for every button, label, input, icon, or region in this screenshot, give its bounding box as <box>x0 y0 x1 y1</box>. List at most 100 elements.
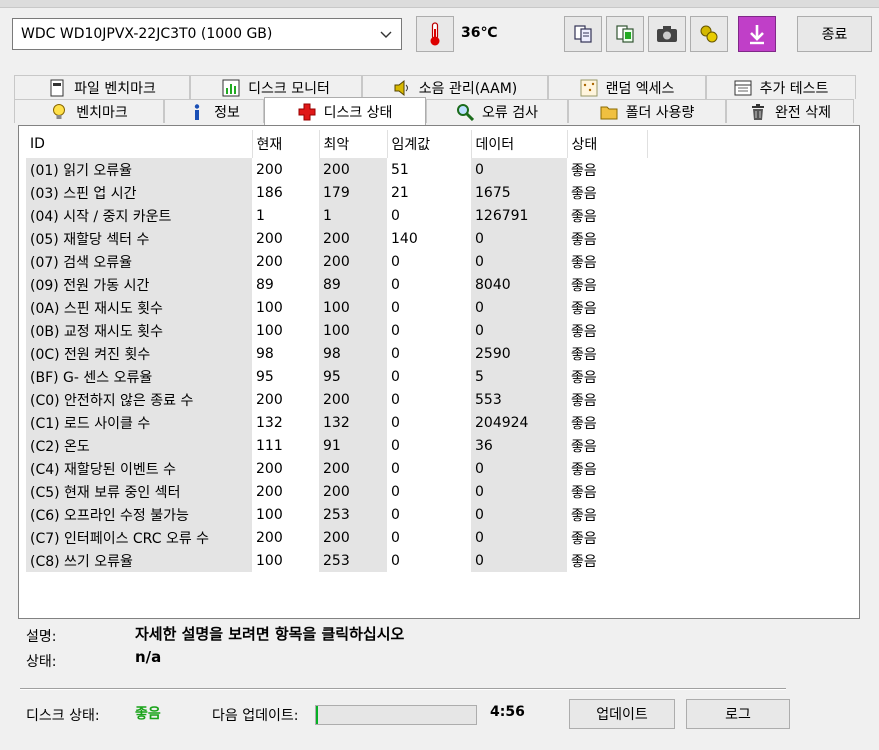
cell-status: 좋음 <box>571 300 597 317</box>
cell-id: (C1) 로드 사이클 수 <box>26 411 252 434</box>
tab-disk-monitor[interactable]: 디스크 모니터 <box>190 75 362 99</box>
title-bar-edge <box>0 0 879 8</box>
tab-random-access[interactable]: 랜덤 엑세스 <box>548 75 706 99</box>
update-button[interactable]: 업데이트 <box>569 699 675 729</box>
table-row[interactable]: (C6) 오프라인 수정 불가능 100 253 0 0 좋음 <box>26 503 647 526</box>
cell-data: 1675 <box>471 181 567 204</box>
file-benchmark-icon <box>50 79 64 96</box>
cell-current: 186 <box>256 184 283 201</box>
cell-data: 0 <box>471 227 567 250</box>
extra-test-icon <box>734 80 752 95</box>
save-button[interactable] <box>738 16 776 52</box>
info-icon <box>194 103 200 120</box>
table-row[interactable]: (C8) 쓰기 오류율 100 253 0 0 좋음 <box>26 549 647 572</box>
random-access-icon <box>580 79 598 96</box>
tab-info[interactable]: 정보 <box>164 99 264 123</box>
table-row[interactable]: (04) 시작 / 중지 카운트 1 1 0 126791 좋음 <box>26 204 647 227</box>
cell-data: 126791 <box>471 204 567 227</box>
table-row[interactable]: (C4) 재할당된 이벤트 수 200 200 0 0 좋음 <box>26 457 647 480</box>
table-row[interactable]: (09) 전원 가동 시간 89 89 0 8040 좋음 <box>26 273 647 296</box>
tab-disk-health[interactable]: 디스크 상태 <box>264 97 426 125</box>
temperature-button[interactable] <box>416 16 454 52</box>
cell-id: (05) 재할당 섹터 수 <box>26 227 252 250</box>
column-header-current[interactable]: 현재 <box>252 130 320 158</box>
table-row[interactable]: (0B) 교정 재시도 횟수 100 100 0 0 좋음 <box>26 319 647 342</box>
screenshot-button[interactable] <box>648 16 686 52</box>
cell-data: 8040 <box>471 273 567 296</box>
cell-worst: 253 <box>319 549 387 572</box>
cell-id: (C7) 인터페이스 CRC 오류 수 <box>26 526 252 549</box>
column-header-status[interactable]: 상태 <box>567 130 648 158</box>
options-button[interactable] <box>690 16 728 52</box>
tab-row-bottom: 벤치마크 정보 디스크 상태 오류 검사 폴더 사용량 완전 삭제 <box>14 97 854 125</box>
table-row[interactable]: (03) 스핀 업 시간 186 179 21 1675 좋음 <box>26 181 647 204</box>
cell-current: 200 <box>256 253 283 270</box>
column-header-data[interactable]: 데이터 <box>471 130 568 158</box>
cell-worst: 98 <box>319 342 387 365</box>
cell-data: 553 <box>471 388 567 411</box>
table-row[interactable]: (C0) 안전하지 않은 종료 수 200 200 0 553 좋음 <box>26 388 647 411</box>
cell-status: 좋음 <box>571 185 597 202</box>
cell-threshold: 0 <box>391 322 400 339</box>
table-row[interactable]: (C2) 온도 111 91 0 36 좋음 <box>26 434 647 457</box>
cell-data: 2590 <box>471 342 567 365</box>
cell-id: (07) 검색 오류율 <box>26 250 252 273</box>
tab-secure-erase[interactable]: 완전 삭제 <box>726 99 854 123</box>
column-header-worst[interactable]: 최악 <box>319 130 388 158</box>
cell-threshold: 0 <box>391 529 400 546</box>
tab-error-scan[interactable]: 오류 검사 <box>426 99 568 123</box>
cell-threshold: 0 <box>391 483 400 500</box>
copy-button[interactable] <box>564 16 602 52</box>
table-row[interactable]: (07) 검색 오류율 200 200 0 0 좋음 <box>26 250 647 273</box>
disk-status-label: 디스크 상태: <box>26 708 100 724</box>
table-row[interactable]: (01) 읽기 오류율 200 200 51 0 좋음 <box>26 158 647 181</box>
cell-current: 200 <box>256 230 283 247</box>
cell-threshold: 0 <box>391 437 400 454</box>
status-label: 상태: <box>26 654 57 670</box>
table-row[interactable]: (BF) G- 센스 오류율 95 95 0 5 좋음 <box>26 365 647 388</box>
tab-folder-usage[interactable]: 폴더 사용량 <box>568 99 726 123</box>
drive-select[interactable]: WDC WD10JPVX-22JC3T0 (1000 GB) <box>12 18 402 50</box>
cell-id: (BF) G- 센스 오류율 <box>26 365 252 388</box>
column-header-threshold[interactable]: 임계값 <box>387 130 472 158</box>
cell-status: 좋음 <box>571 162 597 179</box>
cell-id: (C5) 현재 보류 중인 섹터 <box>26 480 252 503</box>
log-button[interactable]: 로그 <box>686 699 790 729</box>
cell-threshold: 21 <box>391 184 409 201</box>
tab-noise-management[interactable]: 소음 관리(AAM) <box>362 75 548 99</box>
cell-worst: 91 <box>319 434 387 457</box>
health-cross-icon <box>298 103 316 120</box>
smart-attribute-list[interactable]: ID 현재 최악 임계값 데이터 상태 (01) 읽기 오류율 200 200 51 0… <box>18 125 860 619</box>
cell-current: 132 <box>256 414 283 431</box>
cell-current: 200 <box>256 483 283 500</box>
close-button[interactable]: 종료 <box>797 16 872 52</box>
cell-worst: 200 <box>319 158 387 181</box>
copy-all-button[interactable] <box>606 16 644 52</box>
cell-worst: 89 <box>319 273 387 296</box>
table-row[interactable]: (05) 재할당 섹터 수 200 200 140 0 좋음 <box>26 227 647 250</box>
column-header-id[interactable]: ID <box>26 130 253 158</box>
table-row[interactable]: (0C) 전원 켜진 횟수 98 98 0 2590 좋음 <box>26 342 647 365</box>
cell-worst: 200 <box>319 227 387 250</box>
tab-file-benchmark[interactable]: 파일 벤치마크 <box>14 75 190 99</box>
cell-threshold: 140 <box>391 230 418 247</box>
cell-status: 좋음 <box>571 231 597 248</box>
cell-status: 좋음 <box>571 392 597 409</box>
smart-table: ID 현재 최악 임계값 데이터 상태 (01) 읽기 오류율 200 200 51 0… <box>26 130 648 572</box>
cell-id: (09) 전원 가동 시간 <box>26 273 252 296</box>
cell-data: 204924 <box>471 411 567 434</box>
table-row[interactable]: (C7) 인터페이스 CRC 오류 수 200 200 0 0 좋음 <box>26 526 647 549</box>
table-row[interactable]: (C5) 현재 보류 중인 섹터 200 200 0 0 좋음 <box>26 480 647 503</box>
next-update-label: 다음 업데이트: <box>212 708 299 724</box>
cell-worst: 95 <box>319 365 387 388</box>
lightbulb-icon <box>53 103 66 119</box>
cell-id: (01) 읽기 오류율 <box>26 158 252 181</box>
table-row[interactable]: (0A) 스핀 재시도 횟수 100 100 0 0 좋음 <box>26 296 647 319</box>
cell-status: 좋음 <box>571 507 597 524</box>
tab-benchmark[interactable]: 벤치마크 <box>14 99 164 123</box>
tab-extra-tests[interactable]: 추가 테스트 <box>706 75 856 99</box>
cell-status: 좋음 <box>571 484 597 501</box>
cell-data: 0 <box>471 526 567 549</box>
cell-data: 36 <box>471 434 567 457</box>
table-row[interactable]: (C1) 로드 사이클 수 132 132 0 204924 좋음 <box>26 411 647 434</box>
